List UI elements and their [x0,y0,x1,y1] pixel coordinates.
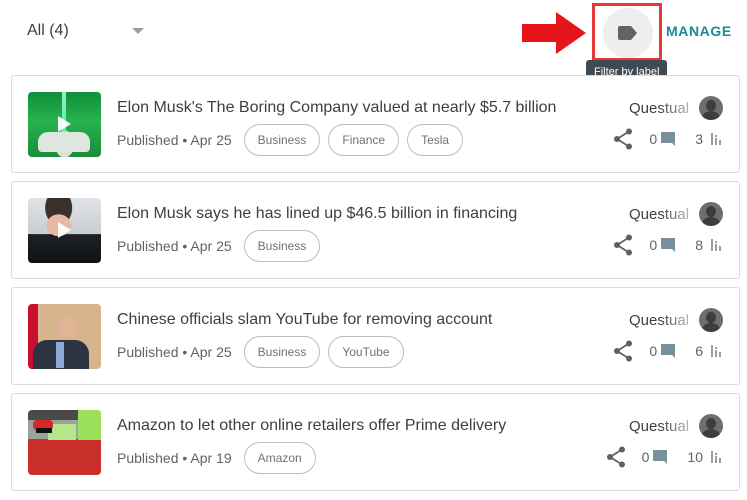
list-item[interactable]: Elon Musk's The Boring Company valued at… [11,75,740,173]
thumbnail[interactable] [28,410,101,475]
author-name: Questual [629,311,690,329]
thumbnail[interactable] [28,92,101,157]
view-count: 8 [695,237,703,253]
filter-by-label-button[interactable] [603,8,653,58]
filter-dropdown[interactable]: All (4) [27,18,157,44]
author: Questual [629,414,723,438]
toolbar: All (4) MANAGE Filter by label [0,0,747,84]
bar-chart-icon [711,345,723,357]
tag-chip[interactable]: Business [243,124,321,156]
item-meta: Published • Apr 25 Business YouTube [117,336,412,368]
view-count: 10 [687,449,703,465]
avatar [699,308,723,332]
item-title[interactable]: Elon Musk's The Boring Company valued at… [117,99,556,117]
comment-icon [661,132,676,146]
thumbnail[interactable] [28,304,101,369]
filter-dropdown-value: All (4) [27,22,69,39]
item-stats: 0 8 [613,234,723,256]
avatar [699,202,723,226]
tag-chip[interactable]: Finance [328,124,400,156]
manage-button[interactable]: MANAGE [666,23,732,39]
share-icon[interactable] [606,446,626,468]
list-item[interactable]: Amazon to let other online retailers off… [11,393,740,491]
share-icon[interactable] [613,340,633,362]
published-date: Published • Apr 19 [117,450,232,466]
item-stats: 0 6 [613,340,723,362]
thumbnail[interactable] [28,198,101,263]
list-item[interactable]: Elon Musk says he has lined up $46.5 bil… [11,181,740,279]
author-name: Questual [629,99,690,117]
author-name: Questual [629,417,690,435]
share-icon[interactable] [613,128,633,150]
tag-chip[interactable]: Tesla [407,124,464,156]
author: Questual [629,96,723,120]
comment-icon [661,344,676,358]
list-item[interactable]: Chinese officials slam YouTube for remov… [11,287,740,385]
comment-count: 0 [649,131,658,147]
item-stats: 0 3 [613,128,723,150]
comment-icon [653,450,668,464]
author: Questual [629,308,723,332]
item-meta: Published • Apr 19 Amazon [117,442,324,474]
bar-chart-icon [711,451,723,463]
play-icon [58,116,71,132]
label-icon [618,26,637,40]
arrow-right-icon [522,12,586,54]
comment-count: 0 [641,449,650,465]
view-count: 6 [695,343,703,359]
tag-chip[interactable]: Amazon [243,442,316,474]
item-meta: Published • Apr 25 Business Finance Tesl… [117,124,471,156]
avatar [699,96,723,120]
comment-icon [661,238,676,252]
author-name: Questual [629,205,690,223]
item-meta: Published • Apr 25 Business [117,230,328,262]
item-title[interactable]: Elon Musk says he has lined up $46.5 bil… [117,205,517,223]
bar-chart-icon [711,133,723,145]
play-icon [58,222,71,238]
bar-chart-icon [711,239,723,251]
published-date: Published • Apr 25 [117,344,232,360]
tag-chip[interactable]: Business [243,336,321,368]
tag-chip[interactable]: Business [243,230,321,262]
tag-chip[interactable]: YouTube [328,336,404,368]
comment-count: 0 [649,343,658,359]
comment-count: 0 [649,237,658,253]
content-list: Elon Musk's The Boring Company valued at… [11,75,740,499]
share-icon[interactable] [613,234,633,256]
view-count: 3 [695,131,703,147]
item-stats: 0 10 [606,446,723,468]
avatar [699,414,723,438]
chevron-down-icon [132,28,144,34]
published-date: Published • Apr 25 [117,238,232,254]
item-title[interactable]: Amazon to let other online retailers off… [117,417,506,435]
item-title[interactable]: Chinese officials slam YouTube for remov… [117,311,492,329]
author: Questual [629,202,723,226]
published-date: Published • Apr 25 [117,132,232,148]
